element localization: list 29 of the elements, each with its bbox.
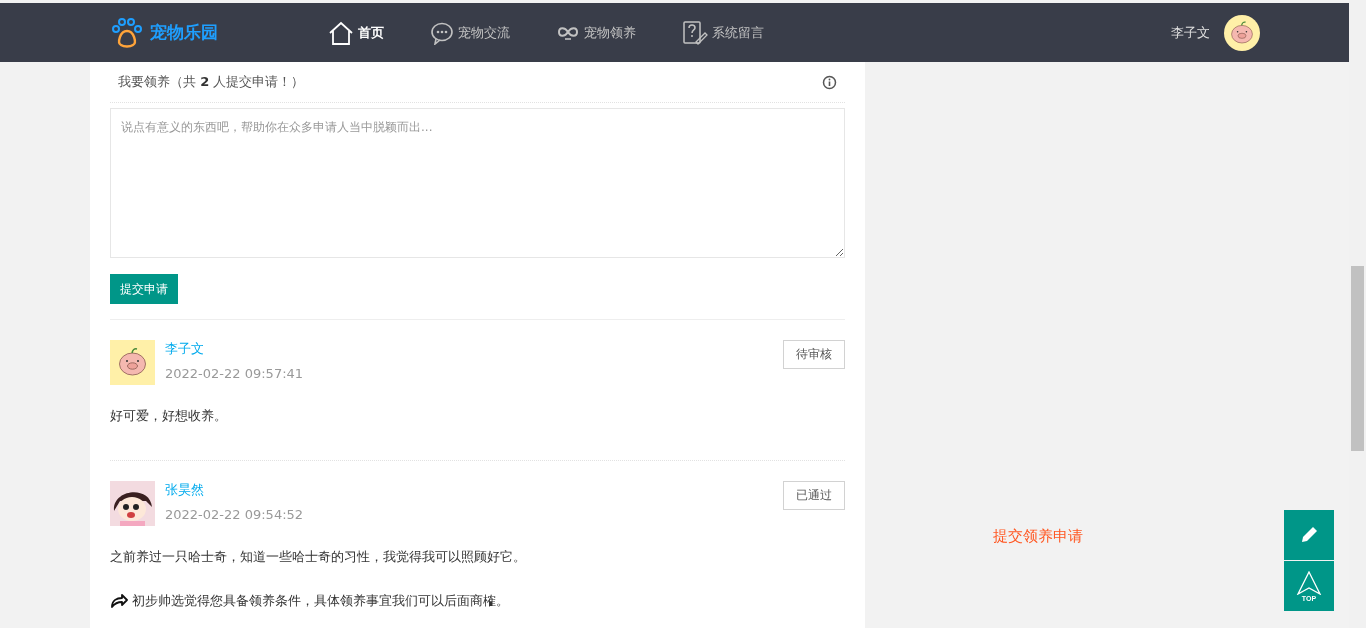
pig-avatar <box>110 340 155 385</box>
chat-bubble-icon <box>430 20 454 45</box>
section-title: 我要领养（共 2 人提交申请！） <box>118 73 305 91</box>
nav-link[interactable]: 首页 <box>320 19 392 46</box>
status-button[interactable]: 已通过 <box>783 481 845 510</box>
paw-logo-icon <box>110 16 144 49</box>
nav-link[interactable]: 宠物领养 <box>548 19 644 46</box>
pig-avatar <box>1224 14 1260 51</box>
nav-link[interactable]: 系统留言 <box>674 19 772 46</box>
site-logo-text[interactable]: 宠物乐园 <box>150 21 218 44</box>
edit-button[interactable] <box>1284 510 1334 560</box>
reply-text: 初步帅选觉得您具备领养条件，具体领养事宜我们可以后面商榷。 <box>132 592 509 610</box>
application-input[interactable]: 说点有意义的东西吧，帮助你在众多申请人当中脱颖而出... <box>110 108 845 258</box>
side-note: 提交领养申请 <box>993 527 1083 546</box>
home-icon <box>328 20 354 45</box>
timestamp: 2022-02-22 09:54:52 <box>165 507 305 522</box>
user-name[interactable]: 李子文 <box>1171 23 1210 42</box>
info-icon[interactable] <box>822 74 837 90</box>
question-note-icon <box>682 19 708 46</box>
timestamp: 2022-02-22 09:57:41 <box>165 366 305 381</box>
triangle-arrow-icon <box>1296 570 1322 595</box>
nav-link[interactable]: 宠物交流 <box>422 19 518 46</box>
application-text: 好可爱，好想收养。 <box>110 407 228 425</box>
share-arrow-icon <box>110 594 128 608</box>
infinity-icon <box>556 24 580 41</box>
status-button[interactable]: 待审核 <box>783 340 845 369</box>
submit-button[interactable]: 提交申请 <box>110 274 178 304</box>
cartoon-avatar <box>110 481 155 526</box>
application-text: 之前养过一只哈士奇，知道一些哈士奇的习性，我觉得我可以照顾好它。 <box>110 548 527 566</box>
